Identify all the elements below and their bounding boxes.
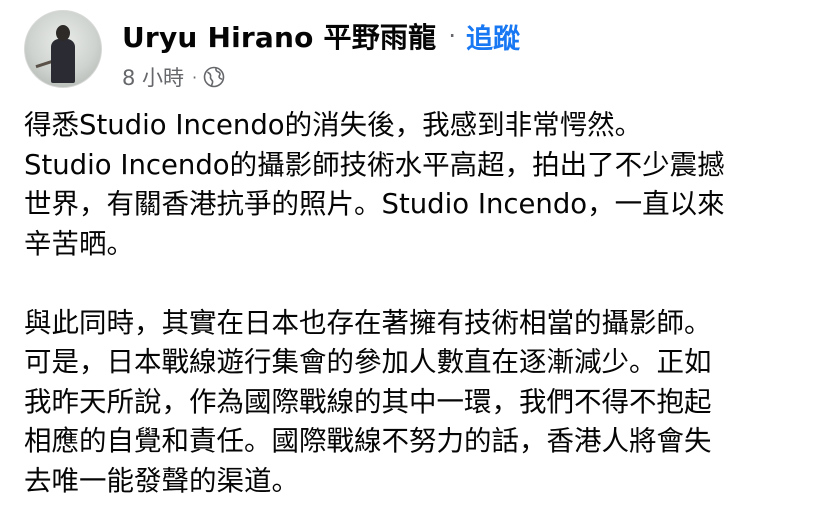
post-line: 辛苦晒。 bbox=[24, 227, 134, 260]
meta-separator: · bbox=[192, 67, 198, 87]
post-line: 相應的自覺和責任。國際戰線不努力的話，香港人將會失 bbox=[24, 425, 712, 457]
post-line: 與此同時，其實在日本也存在著擁有技術相當的攝影師。 bbox=[24, 306, 712, 339]
post-meta: 8 小時 · bbox=[122, 62, 225, 92]
avatar-figure-head bbox=[56, 25, 70, 41]
post-paragraph-2: 與此同時，其實在日本也存在著擁有技術相當的攝影師。 可是，日本戰線遊行集會的參加… bbox=[24, 304, 814, 502]
post-line: 可是，日本戰線遊行集會的參加人數直在逐漸減少。正如 bbox=[24, 346, 712, 378]
post-line: 世界，有關香港抗爭的照片。Studio Incendo，一直以來 bbox=[24, 188, 725, 220]
post-paragraph-1: 得悉Studio Incendo的消失後，我感到非常愕然。 Studio Inc… bbox=[24, 106, 814, 264]
avatar-figure-body bbox=[51, 39, 75, 83]
timestamp[interactable]: 8 小時 bbox=[122, 62, 184, 92]
post-line: 我昨天所說，作為國際戰線的其中一環，我們不得不抱起 bbox=[24, 385, 712, 418]
post-line: 得悉Studio Incendo的消失後，我感到非常愕然。 bbox=[24, 109, 643, 141]
post-header: Uryu Hirano 平野雨龍 · 追蹤 8 小時 · bbox=[24, 8, 804, 92]
post-line: 去唯一能發聲的渠道。 bbox=[24, 464, 299, 497]
post-body: 得悉Studio Incendo的消失後，我感到非常愕然。 Studio Inc… bbox=[24, 106, 814, 501]
follow-button[interactable]: 追蹤 bbox=[466, 17, 520, 56]
name-separator: · bbox=[448, 22, 456, 50]
globe-icon[interactable] bbox=[203, 66, 225, 88]
avatar[interactable] bbox=[24, 10, 102, 88]
post-line: Studio Incendo的攝影師技術水平高超，拍出了不少震撼 bbox=[24, 148, 725, 181]
author-name[interactable]: Uryu Hirano 平野雨龍 bbox=[122, 16, 436, 56]
author-row: Uryu Hirano 平野雨龍 · 追蹤 bbox=[122, 16, 520, 56]
